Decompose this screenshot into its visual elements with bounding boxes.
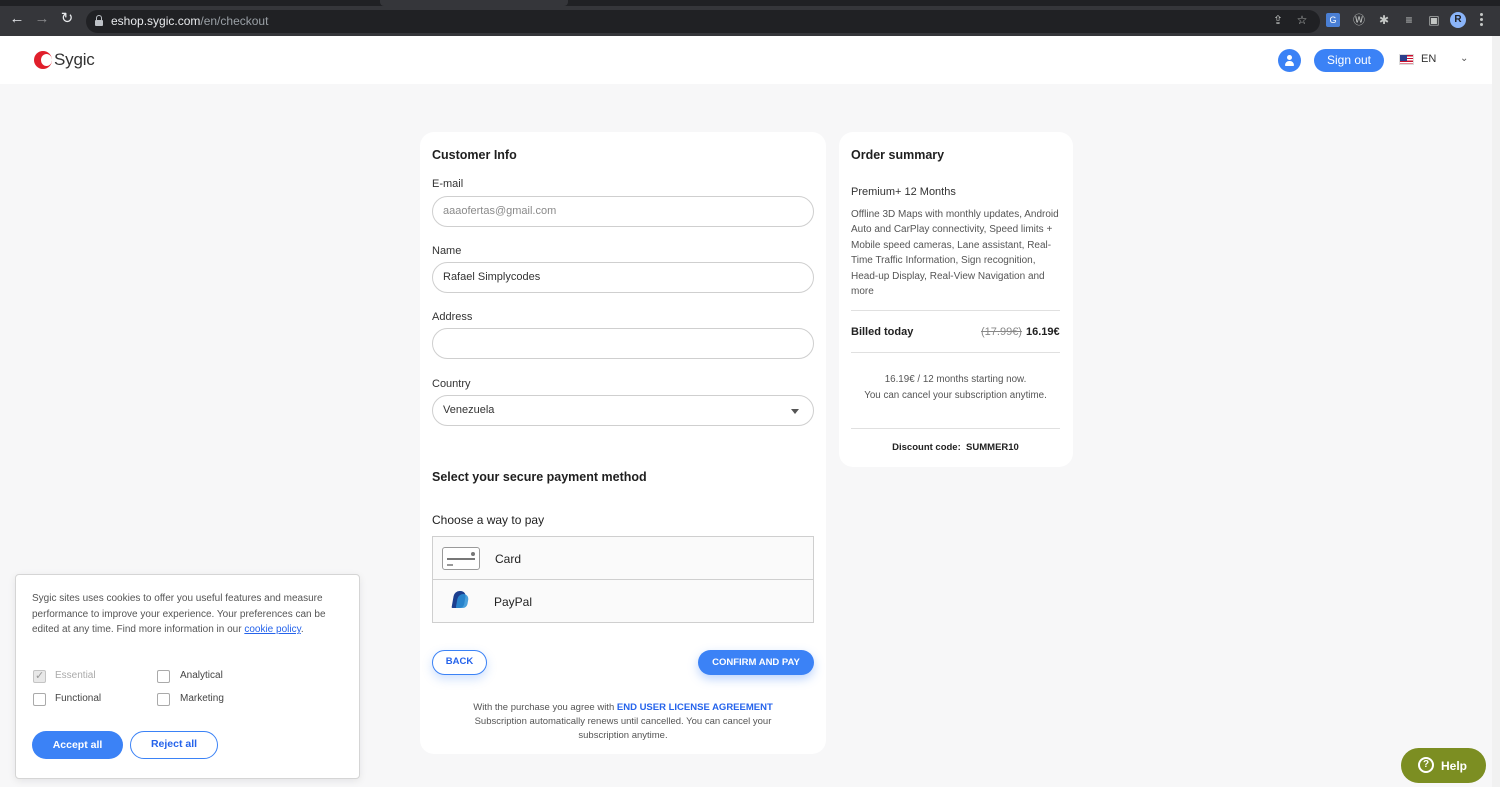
reading-list-icon[interactable]: ≡ <box>1402 13 1416 27</box>
sygic-logo-mark-icon <box>34 51 52 69</box>
name-label: Name <box>432 245 462 257</box>
accept-all-button[interactable]: Accept all <box>32 731 123 759</box>
puzzle-extensions-icon[interactable]: ✱ <box>1377 13 1391 27</box>
profile-avatar[interactable]: R <box>1450 12 1466 28</box>
extension-icon[interactable]: Ⓦ <box>1352 13 1366 27</box>
customer-info-title: Customer Info <box>432 148 517 162</box>
confirm-and-pay-button[interactable]: CONFIRM AND PAY <box>698 650 814 675</box>
page-scrollbar[interactable] <box>1492 36 1500 787</box>
address-field[interactable] <box>432 328 814 359</box>
payment-method-title: Select your secure payment method <box>432 470 647 484</box>
us-flag-icon[interactable] <box>1399 54 1414 65</box>
payment-methods-list: Card PayPal <box>432 536 814 623</box>
payment-option-card[interactable]: Card <box>433 537 813 580</box>
chevron-down-icon[interactable]: ⌄ <box>1460 53 1468 64</box>
divider <box>851 310 1060 311</box>
functional-label: Functional <box>55 693 102 704</box>
back-button[interactable]: BACK <box>432 650 487 675</box>
product-description: Offline 3D Maps with monthly updates, An… <box>851 209 1059 298</box>
help-button[interactable]: ? Help <box>1401 748 1486 783</box>
legal-text: With the purchase you agree with END USE… <box>473 702 773 741</box>
country-label: Country <box>432 378 471 390</box>
subscription-note: 16.19€ / 12 months starting now. You can… <box>864 374 1047 401</box>
back-arrow-icon[interactable]: ← <box>9 11 25 27</box>
browser-menu-icon[interactable] <box>1480 13 1484 27</box>
eula-link[interactable]: END USER LICENSE AGREEMENT <box>617 702 773 713</box>
functional-checkbox[interactable] <box>33 693 46 706</box>
forward-arrow-icon[interactable]: → <box>34 11 50 27</box>
cookie-text: Sygic sites uses cookies to offer you us… <box>32 593 326 635</box>
payment-option-label: Card <box>495 552 522 566</box>
sign-out-button[interactable]: Sign out <box>1314 49 1384 72</box>
essential-label: Essential <box>55 670 96 681</box>
side-panel-icon[interactable]: ▣ <box>1427 13 1441 27</box>
product-name: Premium+ 12 Months <box>851 186 956 198</box>
language-selector[interactable]: EN <box>1421 53 1436 65</box>
browser-toolbar: ← → ↻ eshop.sygic.com/en/checkout ⇪ ☆ G … <box>0 0 1500 36</box>
email-label: E-mail <box>432 178 464 190</box>
address-label: Address <box>432 311 473 323</box>
marketing-label: Marketing <box>180 693 224 704</box>
divider <box>851 428 1060 429</box>
discounted-price: 16.19€ <box>1026 326 1060 338</box>
essential-checkbox <box>33 669 46 683</box>
credit-card-icon <box>442 547 480 570</box>
site-header: Sygic Sign out EN ⌄ <box>0 36 1500 84</box>
cookie-consent-banner: Sygic sites uses cookies to offer you us… <box>15 574 360 779</box>
marketing-checkbox[interactable] <box>157 693 170 706</box>
user-account-icon[interactable] <box>1278 49 1301 72</box>
customer-info-card: Customer Info E-mail aaaofertas@gmail.co… <box>420 132 826 754</box>
active-tab[interactable] <box>380 0 568 6</box>
translate-extension-icon[interactable]: G <box>1326 13 1340 27</box>
sygic-logo[interactable]: Sygic <box>34 50 95 70</box>
country-select[interactable]: Venezuela <box>432 395 814 426</box>
cookie-policy-link[interactable]: cookie policy <box>244 624 301 635</box>
payment-option-label: PayPal <box>494 595 533 609</box>
analytical-checkbox[interactable] <box>157 670 170 683</box>
email-field[interactable]: aaaofertas@gmail.com <box>432 196 814 227</box>
question-mark-icon: ? <box>1418 757 1434 773</box>
billed-today-label: Billed today <box>851 326 914 338</box>
address-bar[interactable]: eshop.sygic.com/en/checkout <box>86 10 1320 33</box>
paypal-icon <box>451 591 470 610</box>
name-field[interactable]: Rafael Simplycodes <box>432 262 814 293</box>
lock-icon[interactable] <box>95 15 103 26</box>
order-summary-card: Order summary Premium+ 12 Months Offline… <box>839 132 1073 467</box>
payment-option-paypal[interactable]: PayPal <box>433 580 813 623</box>
country-value: Venezuela <box>443 404 495 416</box>
reject-all-button[interactable]: Reject all <box>130 731 218 759</box>
tab-strip <box>0 0 1500 6</box>
divider <box>851 352 1060 353</box>
bookmark-star-icon[interactable]: ☆ <box>1295 13 1309 27</box>
discount-code: Discount code: SUMMER10 <box>892 442 1019 453</box>
reload-icon[interactable]: ↻ <box>59 11 75 27</box>
dropdown-caret-icon <box>791 409 799 414</box>
analytical-label: Analytical <box>180 670 223 681</box>
order-summary-title: Order summary <box>851 148 945 162</box>
payment-subtitle: Choose a way to pay <box>432 513 545 527</box>
share-icon[interactable]: ⇪ <box>1271 13 1285 27</box>
url-text[interactable]: eshop.sygic.com/en/checkout <box>111 14 268 28</box>
original-price: (17.99€) <box>981 326 1022 338</box>
